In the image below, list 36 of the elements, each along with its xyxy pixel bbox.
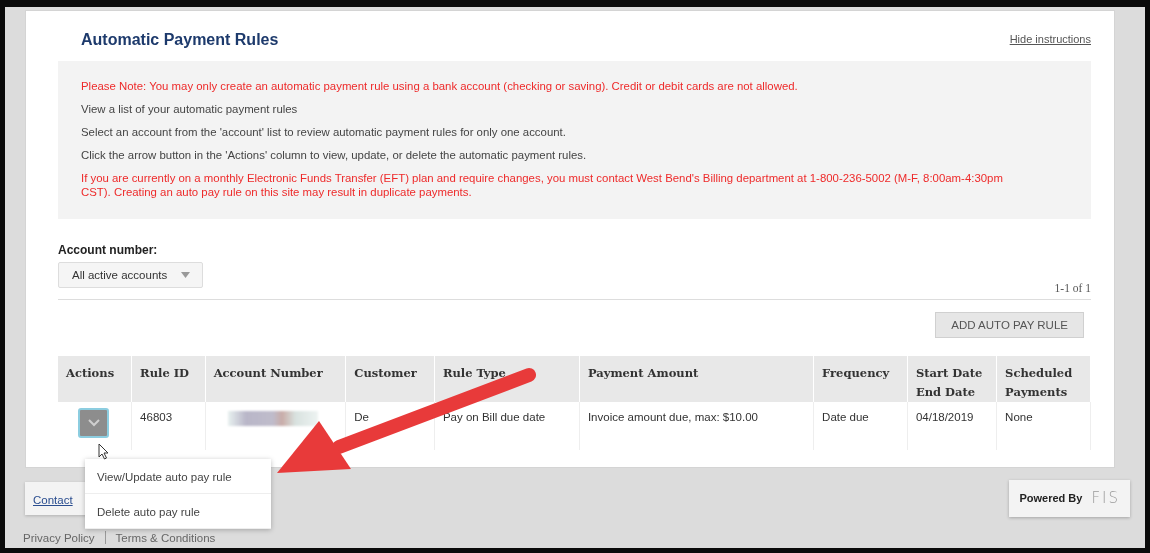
column-header: Frequency xyxy=(813,356,908,402)
table-cell: None xyxy=(996,402,1091,450)
warning-text: Please Note: You may only create an automatic payment rule using a bank account (checking or saving). Credit or debit cards are not allowed. xyxy=(81,79,799,93)
contact-link[interactable]: Contact xyxy=(33,494,73,506)
column-header: Account Number xyxy=(205,356,346,402)
pagination-text: 1-1 of 1 xyxy=(1054,282,1091,294)
table-cell: De xyxy=(345,402,435,450)
table-cell: Invoice amount due, max: $10.00 xyxy=(579,402,814,450)
account-dropdown[interactable]: All active accounts xyxy=(58,262,204,288)
column-header: Customer xyxy=(345,356,435,402)
chevron-down-icon xyxy=(87,419,100,427)
column-header: Rule ID xyxy=(131,356,206,402)
column-header: Scheduled Payments xyxy=(996,356,1091,402)
column-header: Actions xyxy=(58,356,132,402)
warning-text: If you are currently on a monthly Electronic Funds Transfer (EFT) plan and require changes, you must contact West Bend's Billing department at 1-800-236-5002 (M-F, 8:00am-4:30pm CST). Creating an auto pay rule on this site may result in duplicate payments. xyxy=(81,171,1004,199)
terms-link[interactable]: Terms & Conditions xyxy=(115,531,216,544)
hide-instructions-link[interactable]: Hide instructions xyxy=(1009,33,1091,45)
caret-icon xyxy=(181,272,191,278)
column-header: Payment Amount xyxy=(579,356,814,402)
account-label: Account number: xyxy=(58,243,159,257)
table-cell: 04/18/2019 xyxy=(907,402,997,450)
add-auto-pay-rule-button[interactable]: ADD AUTO PAY RULE xyxy=(935,312,1084,338)
table-cell: Pay on Bill due date xyxy=(434,402,580,450)
row-actions-button[interactable] xyxy=(78,408,109,438)
instruction-text: View a list of your automatic payment rules xyxy=(81,102,299,116)
instruction-text: Click the arrow button in the 'Actions' column to view, update, or delete the automatic payment rules. xyxy=(81,148,588,162)
privacy-policy-link[interactable]: Privacy Policy xyxy=(23,531,95,544)
menu-item[interactable]: Delete auto pay rule xyxy=(85,494,271,529)
page-title: Automatic Payment Rules xyxy=(81,31,279,49)
table-cell: 46803 xyxy=(131,402,206,450)
column-header: Start Date End Date xyxy=(907,356,997,402)
powered-by-text: Powered By xyxy=(1019,492,1083,504)
instruction-text: Select an account from the 'account' list to review automatic payment rules for only one account. xyxy=(81,125,567,139)
menu-item[interactable]: View/Update auto pay rule xyxy=(85,459,271,494)
logo-text: FIS xyxy=(1091,489,1120,507)
table-cell: Date due xyxy=(813,402,908,450)
